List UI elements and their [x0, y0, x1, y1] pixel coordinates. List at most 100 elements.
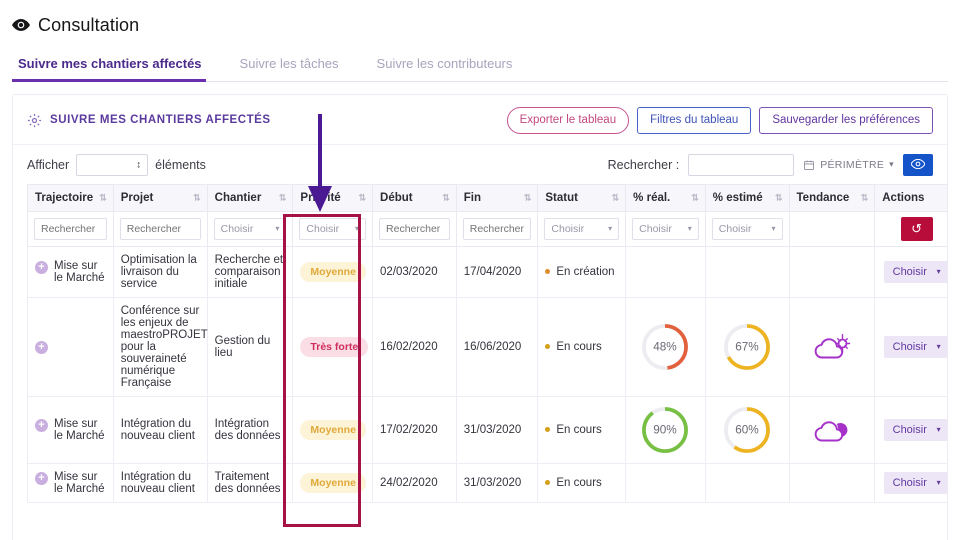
priority-badge: Moyenne — [300, 472, 366, 493]
col-label: Chantier — [214, 191, 262, 204]
filter-cell-tendance — [788, 210, 876, 247]
table-body: + Mise sur le Marché Optimisation la liv… — [27, 245, 947, 503]
cell-trajectoire: + Mise sur le Marché — [27, 462, 114, 503]
cell-actions: Choisir ▾ — [874, 462, 947, 503]
filter-input-fin[interactable] — [462, 217, 532, 240]
priority-badge: Moyenne — [300, 419, 366, 440]
expand-row-icon[interactable]: + — [35, 260, 48, 274]
card-header-actions: Exporter le tableau Filtres du tableau S… — [506, 107, 933, 134]
sort-icon[interactable]: ⇅ — [691, 193, 699, 202]
filter-cell-debut — [372, 210, 457, 247]
cell-actions: Choisir ▾ — [874, 245, 947, 298]
filter-input-debut[interactable] — [379, 217, 450, 240]
col-header-pct-real[interactable]: % réal. ⇅ — [625, 183, 706, 212]
donut-value: 48% — [654, 340, 678, 353]
sort-icon[interactable]: ⇅ — [524, 193, 532, 202]
chantiers-table: Trajectoire⇅ Projet⇅ Chantier⇅ Priorité⇅… — [27, 183, 947, 503]
col-header-statut[interactable]: Statut ⇅ — [537, 183, 627, 212]
tab-label: Suivre mes chantiers affectés — [18, 56, 202, 71]
trajectoire-value: Mise sur le Marché — [54, 417, 105, 442]
filter-cell-pct-real: Choisir ▾ — [625, 210, 706, 247]
row-action-button[interactable]: Choisir ▾ — [883, 335, 947, 358]
filter-select-label: Choisir — [551, 222, 585, 235]
donut-value: 90% — [654, 423, 678, 436]
sort-icon[interactable]: ⇅ — [358, 193, 366, 202]
donut-value: 60% — [735, 423, 759, 436]
row-action-label: Choisir — [892, 340, 927, 353]
page-size-select[interactable] — [76, 153, 149, 176]
col-label: Projet — [120, 191, 154, 204]
cell-pct-real: 48% — [625, 296, 706, 397]
col-header-projet[interactable]: Projet ⇅ — [112, 183, 208, 212]
sort-icon[interactable]: ⇅ — [279, 193, 287, 202]
table-row: + Mise sur le Marché Optimisation la liv… — [27, 245, 947, 298]
expand-row-icon[interactable]: + — [35, 471, 48, 485]
cell-projet: Intégration du nouveau client — [112, 462, 208, 503]
cell-statut: En cours — [537, 296, 627, 397]
row-action-button[interactable]: Choisir ▾ — [883, 260, 947, 283]
col-header-trajectoire[interactable]: Trajectoire ⇅ — [27, 183, 114, 212]
chantiers-card: SUIVRE MES CHANTIERS AFFECTÉS Exporter l… — [12, 94, 948, 540]
col-header-tendance[interactable]: Tendance ⇅ — [788, 183, 876, 212]
cell-chantier: Intégration des données — [206, 395, 294, 464]
status-dot — [545, 480, 551, 486]
cell-actions: Choisir ▾ — [874, 395, 947, 464]
save-preferences-button[interactable]: Sauvegarder les préférences — [759, 107, 933, 134]
filter-select-statut[interactable]: Choisir ▾ — [544, 217, 620, 240]
chevron-down-icon: ▾ — [936, 267, 941, 277]
tab-suivre-mes-chantiers-affectes[interactable]: Suivre mes chantiers affectés — [12, 56, 220, 82]
filter-select-pct-real[interactable]: Choisir ▾ — [632, 217, 699, 240]
sort-icon[interactable]: ⇅ — [612, 193, 620, 202]
search-input[interactable] — [688, 153, 795, 176]
cell-priorite: Moyenne — [292, 462, 374, 503]
status-label: En cours — [556, 340, 602, 353]
cell-projet: Intégration du nouveau client — [112, 395, 208, 464]
sort-icon[interactable]: ⇅ — [861, 193, 869, 202]
sort-icon[interactable]: ⇅ — [193, 193, 201, 202]
col-header-pct-estime[interactable]: % estimé ⇅ — [704, 183, 790, 212]
visibility-toggle-button[interactable] — [903, 153, 933, 176]
row-action-button[interactable]: Choisir ▾ — [883, 471, 947, 494]
app-page: Consultation Suivre mes chantiers affect… — [0, 0, 960, 540]
export-table-button[interactable]: Exporter le tableau — [506, 107, 630, 134]
col-header-debut[interactable]: Début ⇅ — [372, 183, 457, 212]
filter-input-projet[interactable] — [119, 217, 201, 240]
sort-icon[interactable]: ⇅ — [442, 193, 450, 202]
col-header-fin[interactable]: Fin ⇅ — [455, 183, 539, 212]
col-label: Début — [380, 191, 413, 204]
page-size-control: Afficher éléments — [27, 153, 206, 176]
priority-badge: Moyenne — [300, 261, 366, 282]
filter-select-chantier[interactable]: Choisir ▾ — [213, 217, 287, 240]
expand-row-icon[interactable]: + — [35, 418, 48, 432]
row-action-label: Choisir — [892, 476, 927, 489]
filter-input-trajectoire[interactable] — [34, 217, 107, 240]
filter-select-label: Choisir — [718, 222, 752, 235]
status-label: En cours — [556, 423, 602, 436]
progress-donut-estime: 60% — [724, 406, 771, 453]
filter-select-priorite[interactable]: Choisir ▾ — [299, 217, 367, 240]
col-header-chantier[interactable]: Chantier ⇅ — [206, 183, 294, 212]
cell-statut: En cours — [537, 462, 627, 503]
perimetre-selector[interactable]: PÉRIMÈTRE ▾ — [803, 159, 894, 171]
caret-down-icon: ▾ — [275, 224, 280, 234]
sort-icon[interactable]: ⇅ — [775, 193, 783, 202]
status-dot — [545, 427, 551, 433]
expand-row-icon[interactable]: + — [35, 340, 48, 354]
filter-cell-pct-estime: Choisir ▾ — [704, 210, 790, 247]
cell-debut: 02/03/2020 — [372, 245, 457, 298]
cell-priorite: Très forte — [292, 296, 374, 397]
cell-trajectoire: + — [27, 296, 114, 397]
table-filters-button[interactable]: Filtres du tableau — [637, 107, 752, 134]
sort-icon[interactable]: ⇅ — [99, 193, 107, 202]
filter-select-label: Choisir — [220, 222, 254, 235]
cell-pct-estime: 67% — [704, 296, 790, 397]
row-action-button[interactable]: Choisir ▾ — [883, 418, 947, 441]
cell-priorite: Moyenne — [292, 395, 374, 464]
tab-suivre-les-contributeurs[interactable]: Suivre les contributeurs — [371, 56, 531, 82]
priority-badge: Très forte — [300, 336, 369, 357]
row-action-label: Choisir — [892, 265, 927, 278]
reset-filters-button[interactable]: ↺ — [900, 216, 933, 241]
filter-select-pct-estime[interactable]: Choisir ▾ — [711, 217, 783, 240]
tab-suivre-les-taches[interactable]: Suivre les tâches — [234, 56, 357, 82]
chevron-down-icon: ▾ — [936, 478, 941, 488]
